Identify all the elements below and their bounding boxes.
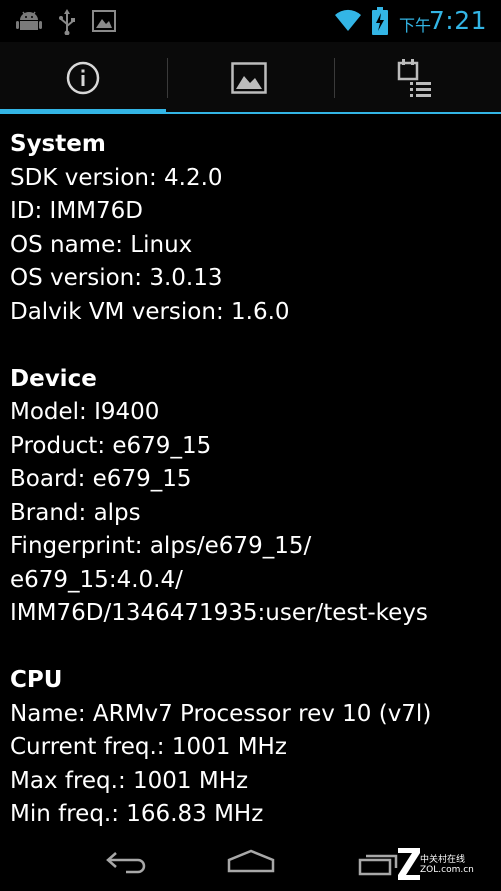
info-row: Fingerprint: alps/e679_15/ xyxy=(10,533,312,559)
info-row: IMM76D/1346471935:user/test-keys xyxy=(10,600,428,626)
tab-bar xyxy=(0,42,501,114)
back-icon[interactable] xyxy=(104,850,150,874)
watermark-line2: ZOL.com.cn xyxy=(420,865,474,875)
section-title: CPU xyxy=(10,667,63,693)
info-row: Brand: alps xyxy=(10,499,141,526)
tab-image[interactable] xyxy=(168,42,334,114)
info-row: ID: IMM76D xyxy=(10,198,144,224)
photo-notification-icon xyxy=(92,10,116,32)
tab-info[interactable] xyxy=(0,42,166,114)
info-row: OS name: Linux xyxy=(10,231,193,258)
image-icon xyxy=(231,62,267,94)
device-section: Device Model: I9400 Product: e679_15 Boa… xyxy=(10,363,495,631)
zol-logo-icon xyxy=(398,848,420,880)
battery-charging-icon xyxy=(372,7,388,35)
home-icon[interactable] xyxy=(226,848,276,874)
zol-watermark: 中关村在线 ZOL.com.cn xyxy=(360,846,498,882)
info-row: Max freq.: 1001 MHz xyxy=(10,767,249,794)
status-am-pm: 下午 xyxy=(399,16,432,35)
info-row: Model: I9400 xyxy=(10,399,160,425)
info-row: Dalvik VM version: 1.6.0 xyxy=(10,298,290,325)
tab-tasks[interactable] xyxy=(335,42,501,114)
info-row: Name: ARMv7 Processor rev 10 (v7l) xyxy=(10,700,432,727)
task-list-icon xyxy=(397,59,431,97)
watermark-line1: 中关村在线 xyxy=(420,855,466,865)
section-title: Device xyxy=(10,365,97,392)
info-row: OS version: 3.0.13 xyxy=(10,265,223,291)
system-section: System SDK version: 4.2.0 ID: IMM76D OS … xyxy=(10,128,495,329)
info-row: Board: e679_15 xyxy=(10,466,192,492)
info-row: e679_15:4.0.4/ xyxy=(10,566,183,593)
tab-baseline xyxy=(0,112,501,114)
info-row: Current freq.: 1001 MHz xyxy=(10,734,287,760)
usb-icon xyxy=(59,9,75,35)
info-row: Product: e679_15 xyxy=(10,432,212,459)
status-clock: 7:21 xyxy=(428,6,487,35)
info-icon xyxy=(66,61,100,95)
cpu-section: CPU Name: ARMv7 Processor rev 10 (v7l) C… xyxy=(10,664,495,832)
wifi-icon xyxy=(335,9,361,31)
status-bar: 下午 7:21 xyxy=(0,0,501,42)
info-row: Min freq.: 166.83 MHz xyxy=(10,801,264,827)
info-row: SDK version: 4.2.0 xyxy=(10,164,223,191)
section-title: System xyxy=(10,131,106,157)
android-debug-icon xyxy=(16,11,42,30)
device-info-content: System SDK version: 4.2.0 ID: IMM76D OS … xyxy=(10,128,495,832)
